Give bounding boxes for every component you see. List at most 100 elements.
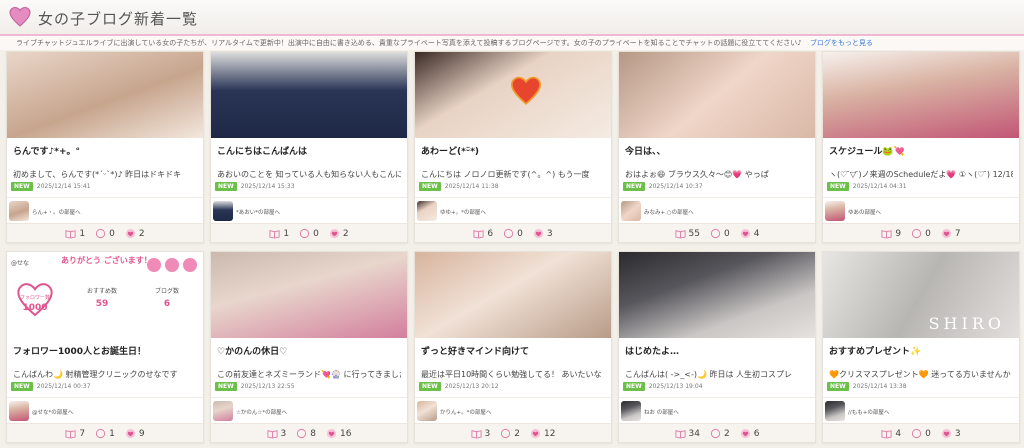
- blog-excerpt: こんばんわ🌙 射精管理クリニックのせなです: [13, 370, 178, 379]
- like-heart-icon[interactable]: [941, 228, 952, 239]
- like-heart-icon[interactable]: [740, 428, 751, 439]
- blog-title[interactable]: ♡かのんの休日♡: [217, 344, 401, 357]
- like-heart-icon[interactable]: [125, 228, 136, 239]
- like-heart-icon[interactable]: [125, 428, 136, 439]
- like-count: 3: [954, 428, 961, 439]
- author-row[interactable]: ねお の部屋へ: [619, 397, 815, 423]
- blog-excerpt: 🧡クリスマスプレゼント🧡 迷ってる方いませんか: [829, 370, 1011, 379]
- blog-title[interactable]: あわーど(*ᵕ̈*): [421, 144, 605, 157]
- author-link[interactable]: みなみ+.○の部屋へ: [644, 208, 694, 216]
- blog-title[interactable]: ずっと好きマインド向けて: [421, 344, 605, 357]
- author-link[interactable]: //もも+の部屋へ: [848, 408, 889, 416]
- comment-count: 8: [310, 428, 316, 439]
- avatar[interactable]: [417, 401, 437, 421]
- author-link[interactable]: *あおい*の部屋へ: [236, 208, 280, 216]
- blog-card[interactable]: あわーど(*ᵕ̈*) こんにちは ノロノロ更新です(^。^) もう一度 NEW 2…: [414, 51, 612, 243]
- like-heart-icon[interactable]: [329, 228, 340, 239]
- like-heart-icon[interactable]: [530, 428, 541, 439]
- avatar[interactable]: [9, 401, 29, 421]
- avatar[interactable]: [825, 401, 845, 421]
- author-row[interactable]: ゆゆ+。*の部屋へ: [415, 197, 611, 223]
- blog-thumbnail[interactable]: [415, 252, 611, 338]
- blog-card[interactable]: はじめたよ… こんばんは( ->_<-)🌙 昨日は 人生初コスプレ NEW 202…: [618, 251, 816, 443]
- like-count: 6: [753, 428, 760, 439]
- follower-card-icons: [147, 258, 197, 272]
- blog-card[interactable]: ずっと好きマインド向けて 最近は平日10時間くらい勉強してる！ あいたいな NE…: [414, 251, 612, 443]
- author-row[interactable]: //もも+の部屋へ: [823, 397, 1019, 423]
- blog-title[interactable]: フォロワー1000人とお誕生日！: [13, 344, 197, 357]
- mail-icon: [147, 258, 161, 272]
- blog-thumbnail[interactable]: [211, 252, 407, 338]
- comment-icon: [96, 428, 106, 439]
- avatar[interactable]: [621, 201, 641, 221]
- avatar[interactable]: [417, 201, 437, 221]
- author-link[interactable]: ゆゆ+。*の部屋へ: [440, 208, 486, 216]
- followers-value: 1000: [22, 303, 48, 313]
- comment-count: 0: [925, 228, 931, 239]
- author-link[interactable]: ゆあの部屋へ: [848, 208, 881, 216]
- author-link[interactable]: @せな*の部屋へ: [32, 408, 73, 416]
- author-link[interactable]: かりん+。*の部屋へ: [440, 408, 491, 416]
- blog-title[interactable]: こんにちはこんばんは: [217, 144, 401, 157]
- new-badge: NEW: [11, 182, 33, 191]
- follower-card-thumbnail[interactable]: @せな ありがとう ございます！ フォロワー数 1000 おすすめ数 59 ブログ…: [7, 252, 203, 338]
- notice-text: ライブチャットジュエルライブに出演している女の子たちが、リアルタイムで更新中！出…: [16, 39, 802, 47]
- view-count: 6: [487, 228, 494, 239]
- blog-card[interactable]: こんにちはこんばんは あおいのことを 知っている人も知らない人もこんに NEW 2…: [210, 51, 408, 243]
- author-link[interactable]: らん+・。の部屋へ: [32, 208, 81, 216]
- blog-card[interactable]: らんです♪*+。° 初めまして、らんです(*ˊᵕˋ*)♪ 昨日はドキドキ NEW…: [6, 51, 204, 243]
- author-row[interactable]: みなみ+.○の部屋へ: [619, 197, 815, 223]
- blog-thumbnail[interactable]: [823, 52, 1019, 138]
- like-heart-icon[interactable]: [941, 428, 952, 439]
- author-link[interactable]: ☆かのん☆*の部屋へ: [236, 408, 287, 416]
- blog-card[interactable]: ♡かのんの休日♡ この前友達とネズミーランド💘🎡 に行ってきました NEW 202…: [210, 251, 408, 443]
- blog-card[interactable]: スケジュール🐸💘 ヽ(♡ ̄▽ ̄)ノ来週のScheduleだよ💗 ①ヽ(♡ ̄…: [822, 51, 1020, 243]
- like-count: 16: [340, 428, 352, 439]
- blog-title[interactable]: 今日は、、: [625, 144, 809, 157]
- book-icon: [674, 230, 686, 239]
- blog-card[interactable]: SHIRO おすすめプレゼント✨ 🧡クリスマスプレゼント🧡 迷ってる方いませんか…: [822, 251, 1020, 443]
- author-row[interactable]: @せな*の部屋へ: [7, 397, 203, 423]
- comment-count: 2: [514, 428, 520, 439]
- author-row[interactable]: *あおい*の部屋へ: [211, 197, 407, 223]
- more-blogs-link[interactable]: ブログをもっと見る: [810, 39, 873, 47]
- blog-meta: NEW 2025/12/14 00:37: [11, 382, 91, 392]
- blog-card[interactable]: @せな ありがとう ございます！ フォロワー数 1000 おすすめ数 59 ブログ…: [6, 251, 204, 443]
- page-title: 女の子ブログ新着一覧: [38, 10, 199, 28]
- blog-thumbnail[interactable]: [619, 252, 815, 338]
- like-heart-icon[interactable]: [740, 228, 751, 239]
- like-heart-icon[interactable]: [326, 428, 337, 439]
- blog-meta: NEW 2025/12/14 13:38: [827, 382, 907, 392]
- blog-card[interactable]: 今日は、、 おはよぉ😆 ブラウス久々～😊💗 やっぱ NEW 2025/12/14 …: [618, 51, 816, 243]
- blog-meta: NEW 2025/12/14 04:31: [827, 182, 907, 192]
- author-row[interactable]: ゆあの部屋へ: [823, 197, 1019, 223]
- stats-bar: 9 0 7: [823, 223, 1019, 242]
- author-row[interactable]: かりん+。*の部屋へ: [415, 397, 611, 423]
- avatar[interactable]: [621, 401, 641, 421]
- post-date: 2025/12/14 00:37: [36, 383, 91, 390]
- new-badge: NEW: [827, 182, 849, 191]
- blog-title[interactable]: おすすめプレゼント✨: [829, 344, 1013, 357]
- new-badge: NEW: [11, 382, 33, 391]
- blog-title[interactable]: スケジュール🐸💘: [829, 144, 1013, 157]
- avatar[interactable]: [213, 201, 233, 221]
- new-badge: NEW: [215, 182, 237, 191]
- blog-thumbnail[interactable]: SHIRO: [823, 252, 1019, 338]
- author-row[interactable]: ☆かのん☆*の部屋へ: [211, 397, 407, 423]
- blog-meta: NEW 2025/12/14 10:37: [623, 182, 703, 192]
- author-link[interactable]: ねお の部屋へ: [644, 408, 679, 416]
- post-date: 2025/12/14 04:31: [852, 183, 907, 190]
- like-heart-icon[interactable]: [533, 228, 544, 239]
- stats-bar: 3 8 16: [211, 423, 407, 442]
- blog-thumbnail[interactable]: [415, 52, 611, 138]
- blog-title[interactable]: はじめたよ…: [625, 344, 809, 357]
- like-count: 4: [753, 228, 760, 239]
- avatar[interactable]: [9, 201, 29, 221]
- blog-title[interactable]: らんです♪*+。°: [13, 144, 197, 157]
- author-row[interactable]: らん+・。の部屋へ: [7, 197, 203, 223]
- blog-thumbnail[interactable]: [211, 52, 407, 138]
- avatar[interactable]: [825, 201, 845, 221]
- blog-thumbnail[interactable]: [619, 52, 815, 138]
- blog-thumbnail[interactable]: [7, 52, 203, 138]
- avatar[interactable]: [213, 401, 233, 421]
